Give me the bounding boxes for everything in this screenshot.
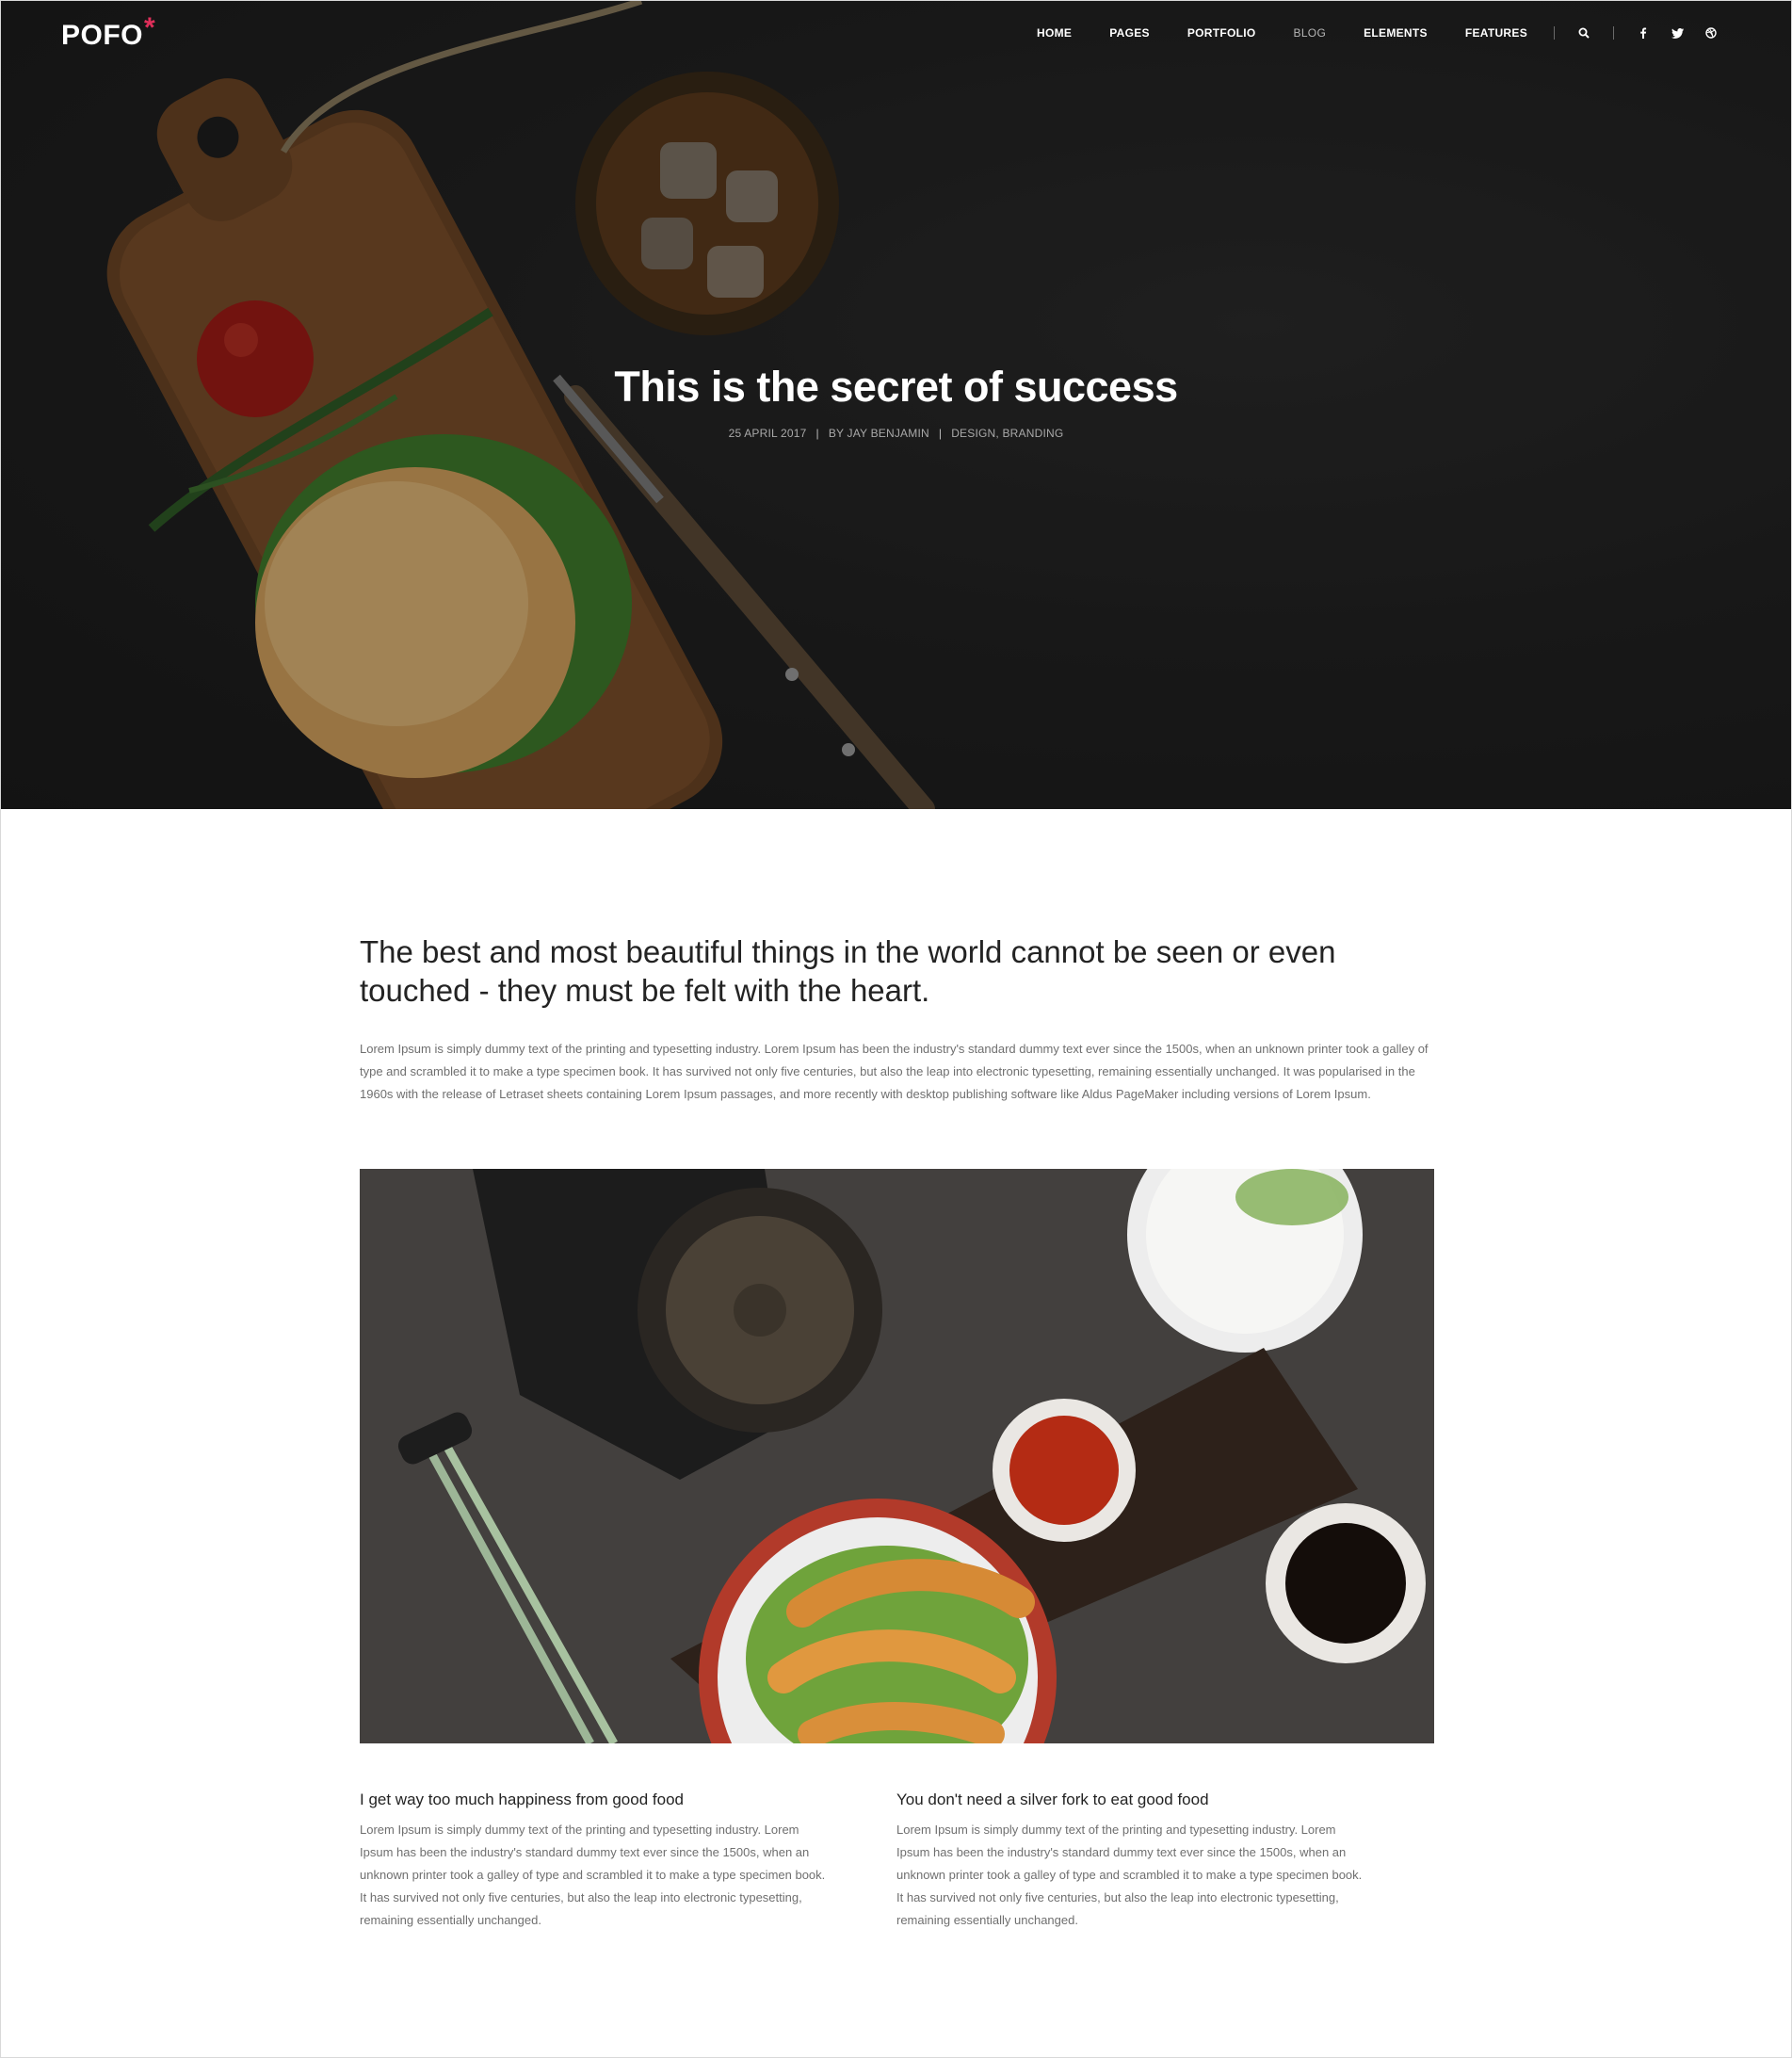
- nav-elements[interactable]: ELEMENTS: [1364, 26, 1428, 40]
- twitter-icon[interactable]: [1671, 26, 1684, 40]
- article-column-right: You don't need a silver fork to eat good…: [896, 1791, 1433, 1932]
- meta-separator: |: [938, 427, 943, 440]
- post-categories-link[interactable]: DESIGN, BRANDING: [951, 427, 1063, 440]
- top-navigation: POFO* HOME PAGES PORTFOLIO BLOG ELEMENTS…: [1, 1, 1791, 67]
- dribbble-icon[interactable]: [1704, 26, 1718, 40]
- logo-text: POFO: [61, 20, 144, 51]
- article-photo: [360, 1169, 1434, 1743]
- logo-star-mark: *: [144, 12, 156, 43]
- column-text: Lorem Ipsum is simply dummy text of the …: [360, 1823, 826, 1927]
- nav-portfolio[interactable]: PORTFOLIO: [1187, 26, 1256, 40]
- facebook-icon[interactable]: [1637, 26, 1650, 40]
- nav-blog[interactable]: BLOG: [1294, 26, 1327, 40]
- column-text: Lorem Ipsum is simply dummy text of the …: [896, 1823, 1363, 1927]
- nav-divider: [1613, 26, 1615, 40]
- social-links: [1637, 26, 1718, 40]
- post-title: This is the secret of success: [614, 363, 1178, 411]
- nav-divider: [1554, 26, 1556, 40]
- site-logo[interactable]: POFO*: [61, 12, 155, 52]
- food-photo-image: [360, 1169, 1434, 1743]
- post-meta: 25 APRIL 2017 | BY JAY BENJAMIN | DESIGN, BR…: [1, 427, 1791, 440]
- post-date: 25 APRIL 2017: [728, 427, 807, 440]
- column-heading: You don't need a silver fork to eat good…: [896, 1791, 1209, 1808]
- meta-separator: |: [815, 427, 819, 440]
- nav-features[interactable]: FEATURES: [1465, 26, 1527, 40]
- search-icon[interactable]: [1577, 26, 1590, 40]
- main-menu: HOME PAGES PORTFOLIO BLOG ELEMENTS FEATU…: [1037, 26, 1718, 40]
- article-column-left: I get way too much happiness from good f…: [360, 1791, 896, 1932]
- hero-section: POFO* HOME PAGES PORTFOLIO BLOG ELEMENTS…: [1, 1, 1791, 809]
- nav-home[interactable]: HOME: [1037, 26, 1072, 40]
- post-author-link[interactable]: BY JAY BENJAMIN: [829, 427, 929, 440]
- nav-pages[interactable]: PAGES: [1109, 26, 1150, 40]
- column-heading: I get way too much happiness from good f…: [360, 1791, 684, 1808]
- article-intro: Lorem Ipsum is simply dummy text of the …: [360, 1042, 1429, 1101]
- article-quote: The best and most beautiful things in th…: [360, 934, 1336, 1008]
- article-body: The best and most beautiful things in th…: [360, 932, 1433, 1106]
- article-columns: I get way too much happiness from good f…: [360, 1791, 1433, 1932]
